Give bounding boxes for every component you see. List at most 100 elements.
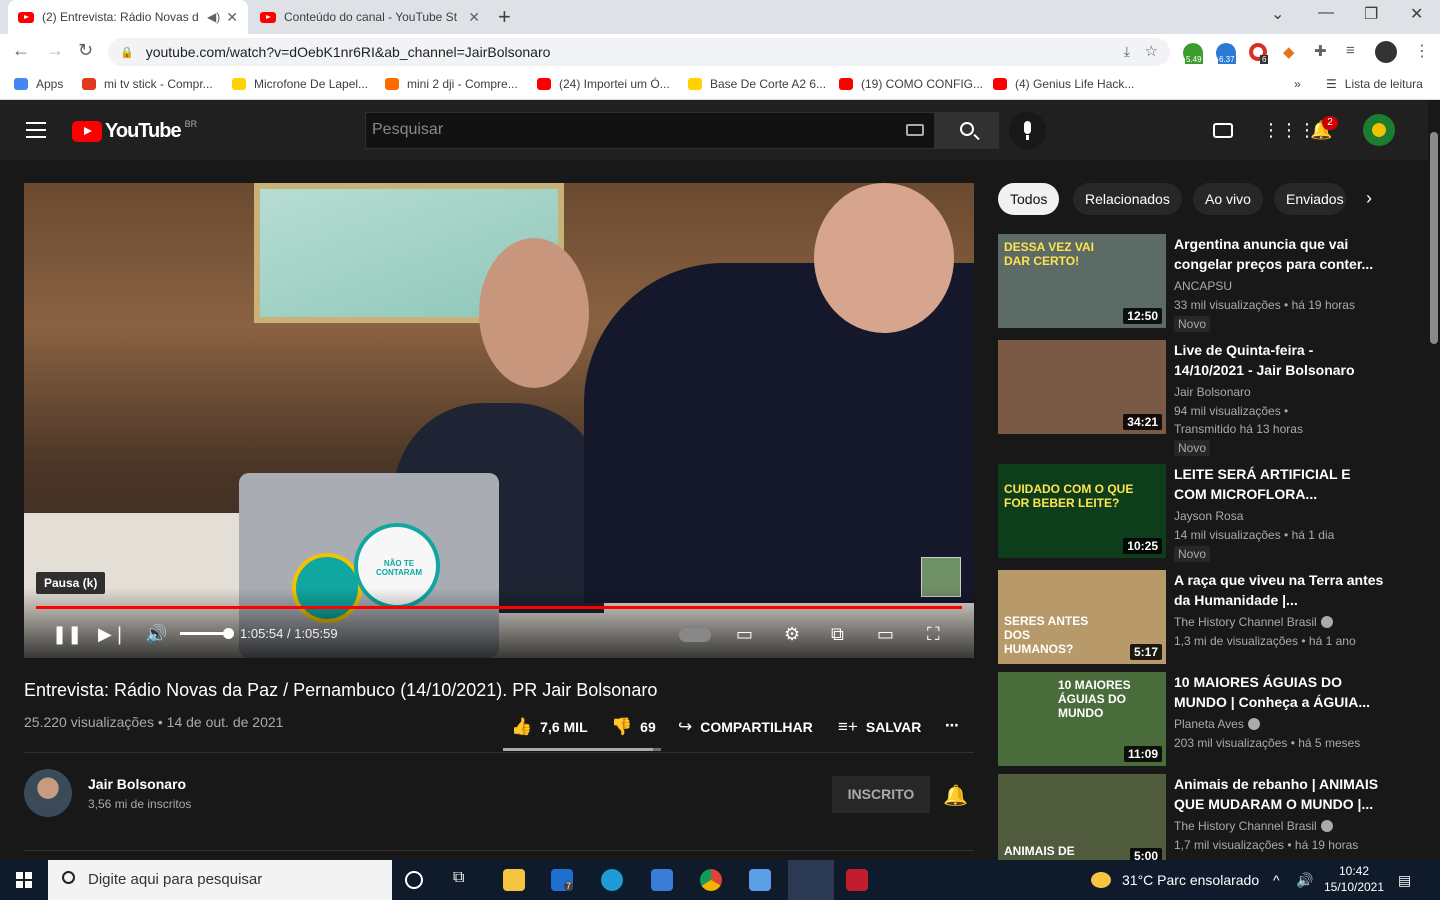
volume-icon[interactable]: 🔊 [145, 624, 167, 645]
weather-text[interactable]: 31°C Parc ensolarado [1122, 872, 1259, 888]
chip-relacionados[interactable]: Relacionados [1073, 183, 1182, 215]
tab-entrevista[interactable]: (2) Entrevista: Rádio Novas d ◀) ✕ [8, 0, 248, 34]
search-button[interactable] [935, 112, 999, 149]
forward-icon[interactable]: → [46, 40, 64, 61]
channel-name[interactable]: Jair Bolsonaro [88, 776, 186, 792]
active-chrome-taskbar-button[interactable] [788, 860, 834, 900]
recommendation-title[interactable]: 10 MAIORES ÁGUIAS DO MUNDO | Conheça a Á… [1174, 672, 1384, 712]
cortana-icon[interactable] [405, 871, 423, 889]
back-icon[interactable]: ← [12, 40, 30, 61]
close-tab-icon[interactable]: ✕ [468, 9, 480, 26]
chip-todos[interactable]: Todos [998, 183, 1060, 215]
media-queue-icon[interactable]: ≡ [1346, 42, 1355, 59]
account-avatar[interactable] [1363, 114, 1395, 146]
recommendation-title[interactable]: Live de Quinta-feira - 14/10/2021 - Jair… [1174, 340, 1384, 380]
windows-start-icon[interactable] [16, 872, 32, 888]
more-actions-icon[interactable]: ⋯ [945, 717, 959, 734]
bookmarks-overflow-button[interactable]: » [1294, 77, 1301, 91]
reading-list-button[interactable]: ☰ Lista de leitura [1326, 77, 1423, 91]
new-tab-icon[interactable]: + [498, 4, 511, 30]
recommendation-title[interactable]: LEITE SERÁ ARTIFICIAL E COM MICROFLORA..… [1174, 464, 1384, 504]
chrome-menu-icon[interactable]: ⋮ [1414, 41, 1430, 61]
tab-conteudo-canal[interactable]: Conteúdo do canal - YouTube St ✕ [250, 0, 490, 34]
chrome-icon[interactable] [700, 869, 722, 891]
channel-avatar[interactable] [24, 769, 72, 817]
bookmark-item[interactable]: mini 2 dji - Compre... [385, 77, 518, 91]
android-extension-icon[interactable]: 5.49 [1183, 43, 1203, 64]
recommendation-thumbnail[interactable]: DESSA VEZ VAI DAR CERTO! 12:50 [998, 234, 1166, 328]
video-player[interactable]: NÃO TE CONTARAM Pausa (k) ❚❚ ▶❘ 🔊 1:05:5… [24, 183, 974, 658]
chip-enviados[interactable]: Enviados [1274, 183, 1346, 215]
bookmark-item[interactable]: (4) Genius Life Hack... [993, 77, 1134, 91]
speaker-icon[interactable]: ◀) [207, 10, 220, 24]
bookmark-item[interactable]: (19) COMO CONFIG... [839, 77, 983, 91]
minimize-icon[interactable]: — [1318, 4, 1334, 22]
bookmark-item[interactable]: Microfone De Lapel... [232, 77, 368, 91]
hamburger-menu-icon[interactable] [26, 122, 46, 143]
bookmark-item[interactable]: (24) Importei um Ó... [537, 77, 670, 91]
restore-icon[interactable]: ❐ [1364, 4, 1378, 24]
save-button[interactable]: ≡+ SALVAR [838, 717, 921, 737]
subtitles-icon[interactable]: ▭ [736, 624, 753, 645]
theater-mode-icon[interactable]: ▭ [877, 624, 894, 645]
notification-bell-icon[interactable]: 🔔 [943, 783, 968, 808]
install-icon[interactable]: ⤓ [1124, 43, 1130, 60]
fullscreen-icon[interactable]: ⛶ [927, 624, 940, 645]
address-bar[interactable]: 🔒 youtube.com/watch?v=dOebK1nr6RI&ab_cha… [108, 38, 1170, 66]
subscribed-button[interactable]: INSCRITO [832, 776, 930, 813]
recommendation-item[interactable]: CUIDADO COM O QUE FOR BEBER LEITE? 10:25… [998, 464, 1398, 562]
chip-ao-vivo[interactable]: Ao vivo [1193, 183, 1263, 215]
tray-chevron-up-icon[interactable]: ^ [1273, 872, 1280, 888]
search-input[interactable]: Pesquisar [365, 112, 935, 149]
recommendation-item[interactable]: SERES ANTES DOS HUMANOS? 5:17 A raça que… [998, 570, 1398, 666]
recommendation-thumbnail[interactable]: SERES ANTES DOS HUMANOS? 5:17 [998, 570, 1166, 664]
settings-gear-icon[interactable]: ⚙ [784, 624, 800, 645]
task-view-icon[interactable]: ⧉ [453, 869, 475, 891]
taskbar-search-input[interactable]: Digite aqui para pesquisar [48, 860, 392, 900]
bookmark-apps[interactable]: Apps [14, 77, 63, 91]
recommendation-thumbnail[interactable]: 10 MAIORES ÁGUIAS DO MUNDO 11:09 [998, 672, 1166, 766]
recommendation-thumbnail[interactable]: CUIDADO COM O QUE FOR BEBER LEITE? 10:25 [998, 464, 1166, 558]
keyboard-icon[interactable] [906, 124, 924, 136]
edge-icon[interactable] [601, 869, 623, 891]
chevron-right-icon[interactable]: › [1366, 188, 1372, 209]
store-icon[interactable] [651, 869, 673, 891]
close-tab-icon[interactable]: ✕ [226, 9, 238, 26]
action-center-icon[interactable]: ▤ [1398, 872, 1411, 889]
autoplay-toggle[interactable] [679, 628, 711, 642]
miniplayer-icon[interactable]: ⧉ [831, 624, 844, 645]
cloud-extension-icon[interactable]: 6.37 [1216, 43, 1236, 64]
remote-desktop-icon[interactable] [749, 869, 771, 891]
volume-tray-icon[interactable]: 🔊 [1296, 872, 1313, 889]
recommendation-item[interactable]: DESSA VEZ VAI DAR CERTO! 12:50 Argentina… [998, 234, 1398, 332]
close-window-icon[interactable]: ✕ [1410, 4, 1423, 24]
recommendation-thumbnail[interactable]: 34:21 [998, 340, 1166, 434]
reload-icon[interactable]: ↻ [78, 40, 93, 61]
recommendation-item[interactable]: 10 MAIORES ÁGUIAS DO MUNDO 11:09 10 MAIO… [998, 672, 1398, 768]
bookmark-item[interactable]: Base De Corte A2 6... [688, 77, 826, 91]
progress-bar[interactable] [36, 606, 962, 609]
recommendation-item[interactable]: ANIMAIS DE REBANHO 5:00 Animais de reban… [998, 774, 1398, 860]
recommendation-title[interactable]: Animais de rebanho | ANIMAIS QUE MUDARAM… [1174, 774, 1384, 814]
dislike-button[interactable]: 👎 69 [611, 717, 656, 737]
create-video-icon[interactable] [1213, 123, 1233, 138]
voice-search-mic-icon[interactable] [1009, 112, 1046, 149]
next-button[interactable]: ▶❘ [98, 624, 127, 645]
recommendation-title[interactable]: Argentina anuncia que vai congelar preço… [1174, 234, 1384, 274]
recommendation-item[interactable]: 34:21 Live de Quinta-feira - 14/10/2021 … [998, 340, 1398, 456]
pause-button[interactable]: ❚❚ [52, 624, 82, 645]
extensions-puzzle-icon[interactable]: ✚ [1314, 42, 1327, 60]
red-extension-icon[interactable]: 6 [1249, 43, 1269, 64]
red-app-icon[interactable] [846, 869, 868, 891]
recommendation-title[interactable]: A raça que viveu na Terra antes da Human… [1174, 570, 1384, 610]
apps-grid-icon[interactable]: ⋮⋮⋮ [1262, 120, 1316, 140]
metamask-fox-icon[interactable]: ◆ [1283, 43, 1295, 61]
tab-search-chevron-icon[interactable]: ⌄ [1271, 4, 1284, 24]
volume-slider[interactable] [180, 628, 234, 639]
share-button[interactable]: ↪ COMPARTILHAR [678, 717, 813, 737]
profile-avatar[interactable] [1375, 41, 1397, 63]
bookmark-item[interactable]: mi tv stick - Compr... [82, 77, 213, 91]
file-explorer-icon[interactable] [503, 869, 525, 891]
like-button[interactable]: 👍 7,6 MIL [511, 717, 588, 737]
recommendation-thumbnail[interactable]: ANIMAIS DE REBANHO 5:00 [998, 774, 1166, 860]
